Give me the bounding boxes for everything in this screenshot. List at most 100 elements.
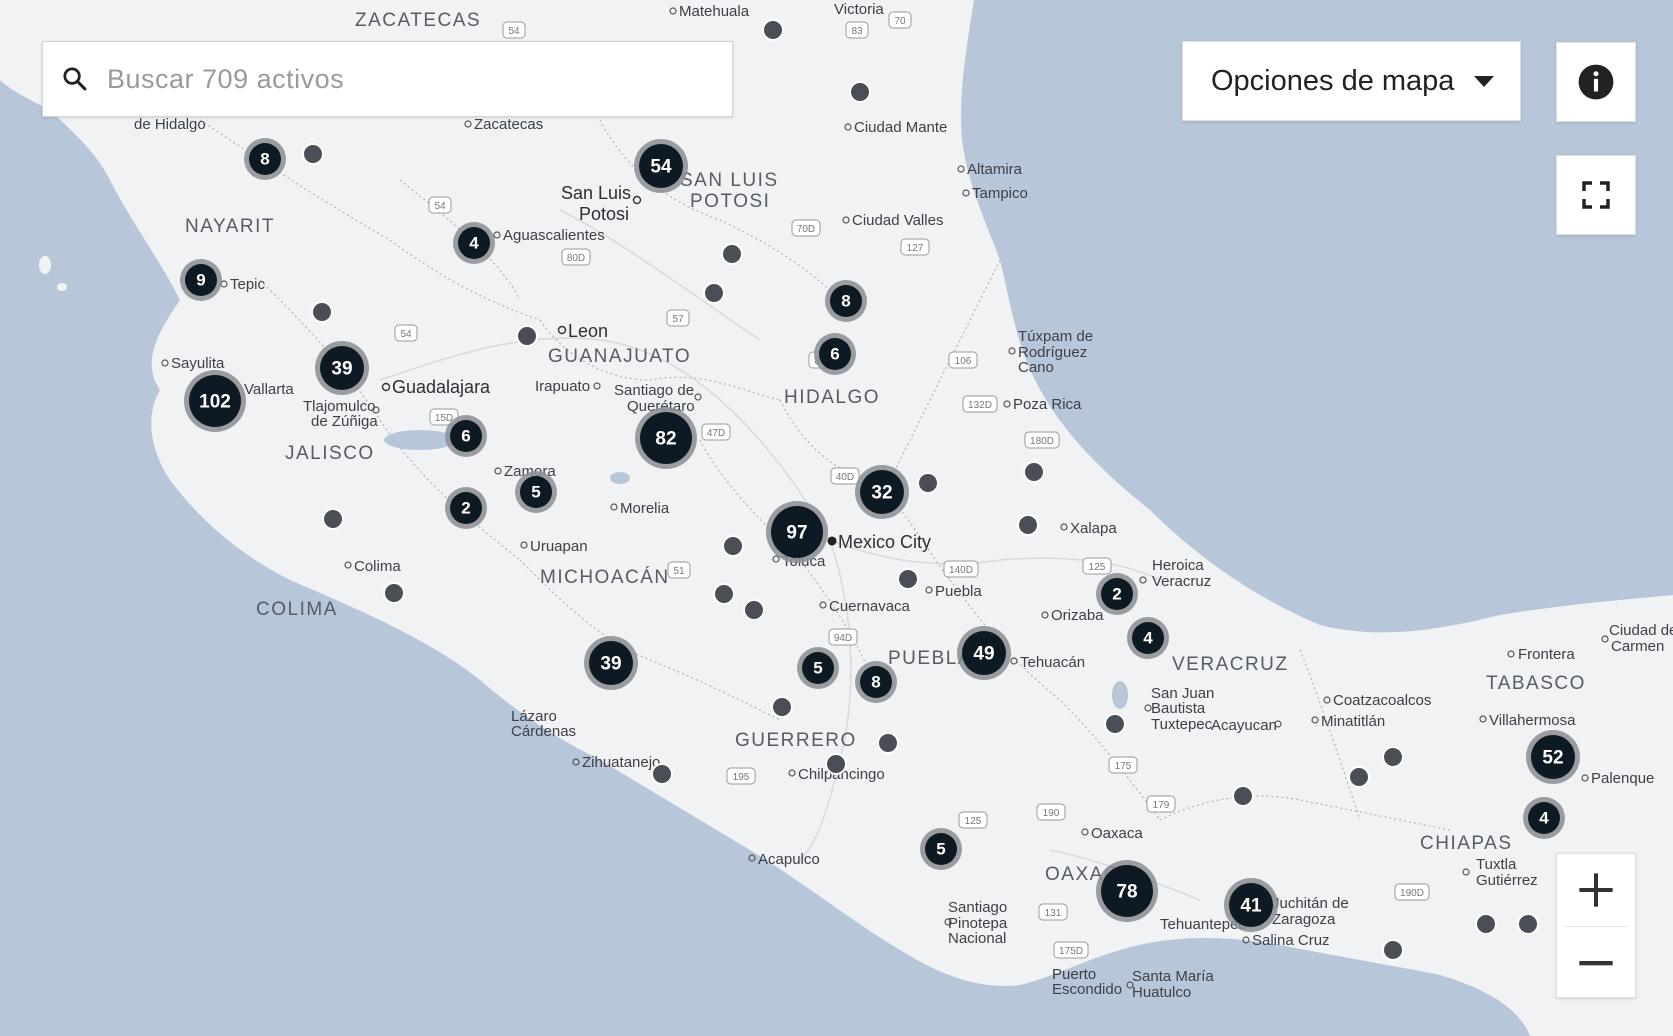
state-label: POTOSI [690, 191, 770, 212]
asset-marker[interactable] [917, 472, 939, 494]
asset-marker[interactable] [849, 81, 871, 103]
asset-marker[interactable] [703, 282, 725, 304]
asset-marker[interactable] [311, 301, 333, 323]
asset-marker[interactable] [1382, 746, 1404, 768]
highway-shield-label: 47D [707, 428, 725, 439]
cluster-marker[interactable]: 41 [1224, 878, 1278, 932]
svg-text:Xalapa: Xalapa [1070, 520, 1117, 537]
state-label: ZACATECAS [355, 10, 481, 31]
cluster-marker[interactable]: 5 [515, 471, 557, 513]
state-label: TABASCO [1486, 673, 1586, 694]
highway-shield: 54 [428, 196, 452, 214]
svg-text:Coatzacoalcos: Coatzacoalcos [1333, 692, 1431, 709]
map-canvas[interactable]: ZACATECAS NAYARIT SAN LUIS POTOSI GUANAJ… [0, 0, 1673, 1036]
svg-text:Ciudad Valles: Ciudad Valles [852, 212, 943, 229]
cluster-count: 9 [196, 271, 205, 290]
asset-marker[interactable] [1232, 785, 1254, 807]
asset-marker[interactable] [1023, 461, 1045, 483]
asset-marker[interactable] [771, 696, 793, 718]
cluster-count: 8 [260, 150, 269, 169]
highway-shield: 127 [900, 238, 930, 256]
highway-shield: 190D [1394, 883, 1430, 901]
highway-shield: 175D [1053, 941, 1089, 959]
cluster-marker[interactable]: 6 [445, 415, 487, 457]
asset-marker[interactable] [721, 243, 743, 265]
cluster-marker[interactable]: 4 [453, 222, 495, 264]
cluster-marker[interactable]: 82 [635, 407, 697, 469]
asset-marker[interactable] [1348, 766, 1370, 788]
cluster-count: 2 [461, 499, 470, 518]
cluster-marker[interactable]: 6 [814, 333, 856, 375]
cluster-marker[interactable]: 4 [1127, 617, 1169, 659]
svg-text:Villahermosa: Villahermosa [1489, 712, 1576, 729]
state-label: SAN LUIS [680, 170, 779, 191]
cluster-marker[interactable]: 102 [184, 370, 246, 432]
asset-marker[interactable] [322, 508, 344, 530]
svg-text:Salina Cruz: Salina Cruz [1252, 932, 1330, 949]
cluster-marker[interactable]: 78 [1096, 860, 1158, 922]
asset-marker[interactable] [1517, 913, 1539, 935]
cluster-marker[interactable]: 54 [634, 139, 688, 193]
highway-shield-label: 70D [797, 224, 815, 235]
cluster-count: 41 [1240, 896, 1262, 917]
search-input[interactable] [105, 48, 732, 110]
cluster-marker[interactable]: 2 [445, 487, 487, 529]
cluster-count: 54 [650, 157, 672, 178]
svg-text:Cano: Cano [1018, 359, 1054, 376]
svg-text:Guadalajara: Guadalajara [392, 377, 491, 397]
cluster-count: 5 [936, 840, 945, 859]
highway-shield-label: 127 [907, 243, 924, 254]
highway-shield: 83 [845, 21, 869, 39]
asset-marker[interactable] [713, 583, 735, 605]
search-box[interactable] [42, 41, 733, 117]
asset-marker[interactable] [651, 763, 673, 785]
asset-marker[interactable] [1382, 939, 1404, 961]
cluster-count: 5 [813, 659, 822, 678]
svg-text:Zacatecas: Zacatecas [474, 116, 543, 133]
svg-text:Acayucan: Acayucan [1211, 717, 1277, 734]
svg-text:Puebla: Puebla [935, 583, 982, 600]
svg-text:Tuxtla: Tuxtla [1476, 856, 1517, 873]
highway-shield-label: 125 [1089, 562, 1106, 573]
cluster-marker[interactable]: 8 [825, 280, 867, 322]
asset-marker[interactable] [877, 732, 899, 754]
info-button[interactable] [1556, 42, 1636, 122]
svg-text:Tampico: Tampico [972, 185, 1028, 202]
cluster-marker[interactable]: 97 [766, 501, 828, 563]
cluster-marker[interactable]: 4 [1523, 797, 1565, 839]
fullscreen-button[interactable] [1556, 155, 1636, 235]
asset-marker[interactable] [1017, 514, 1039, 536]
caret-down-icon [1474, 75, 1494, 87]
svg-text:Acapulco: Acapulco [758, 851, 820, 868]
svg-text:Vallarta: Vallarta [244, 381, 294, 398]
asset-marker[interactable] [302, 143, 324, 165]
cluster-count: 6 [830, 345, 839, 364]
svg-text:Cuernavaca: Cuernavaca [829, 598, 911, 615]
svg-text:Sayulita: Sayulita [171, 355, 225, 372]
cluster-marker[interactable]: 8 [855, 661, 897, 703]
cluster-marker[interactable]: 39 [584, 636, 638, 690]
asset-marker[interactable] [825, 753, 847, 775]
asset-marker[interactable] [897, 568, 919, 590]
asset-marker[interactable] [762, 19, 784, 41]
highway-shield-label: 175D [1059, 946, 1083, 957]
cluster-marker[interactable]: 39 [315, 341, 369, 395]
zoom-out-button[interactable] [1557, 927, 1635, 999]
cluster-marker[interactable]: 5 [797, 647, 839, 689]
asset-marker[interactable] [1104, 713, 1126, 735]
cluster-marker[interactable]: 32 [855, 465, 909, 519]
asset-marker[interactable] [743, 599, 765, 621]
asset-marker[interactable] [722, 535, 744, 557]
cluster-marker[interactable]: 2 [1096, 573, 1138, 615]
cluster-marker[interactable]: 5 [920, 828, 962, 870]
asset-marker[interactable] [1475, 913, 1497, 935]
zoom-in-button[interactable] [1557, 854, 1635, 926]
asset-marker[interactable] [383, 582, 405, 604]
cluster-marker[interactable]: 8 [244, 138, 286, 180]
svg-text:Carmen: Carmen [1611, 638, 1664, 655]
cluster-marker[interactable]: 49 [957, 626, 1011, 680]
asset-marker[interactable] [516, 325, 538, 347]
map-options-dropdown[interactable]: Opciones de mapa [1182, 41, 1521, 121]
cluster-marker[interactable]: 52 [1526, 730, 1580, 784]
cluster-marker[interactable]: 9 [180, 259, 222, 301]
